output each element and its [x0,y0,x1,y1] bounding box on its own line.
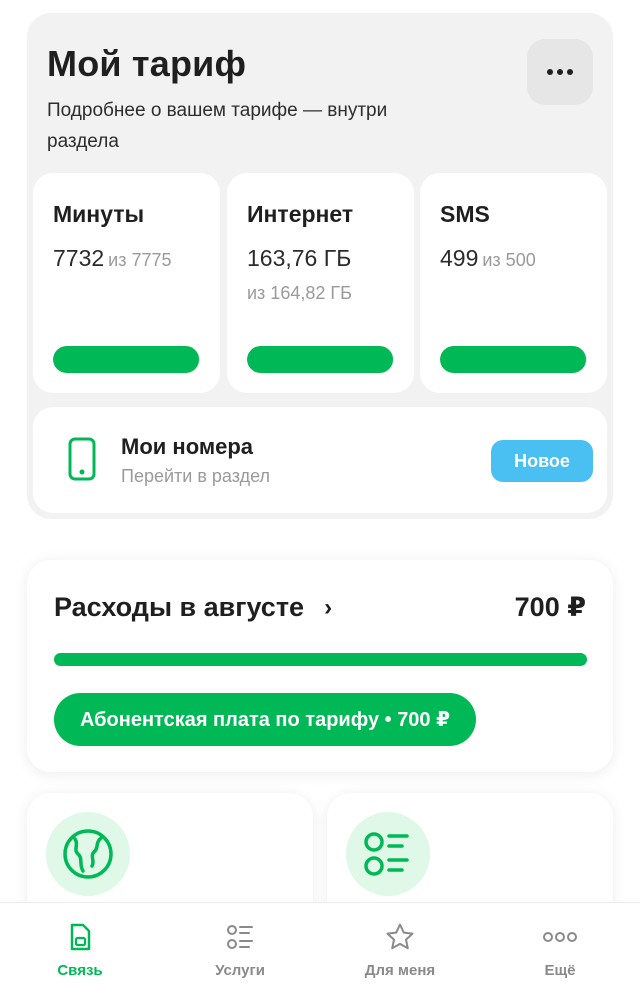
stat-name: Минуты [53,201,145,227]
stat-name: SMS [440,201,490,227]
star-icon [386,923,414,950]
services-list-icon [364,832,409,876]
nav-item-more[interactable]: Ещё [480,903,640,995]
tariff-menu-button[interactable] [527,39,593,105]
stat-value-number: 163,76 ГБ [247,245,352,271]
stat-progress-fill [440,346,586,373]
stat-card-minutes[interactable]: Минуты 7732 из 7775 [33,173,220,393]
stat-value: 7732 из 7775 [53,245,172,272]
my-numbers-title: Мои номера [121,434,254,459]
tariff-title: Мой тариф [47,43,247,84]
my-numbers-card[interactable]: Мои номера Перейти в раздел Новое [33,407,607,513]
globe-icon-badge [46,812,130,896]
expenses-progress-bar [54,653,587,666]
stat-value: 499 из 500 [440,245,536,272]
nav-item-services[interactable]: Услуги [160,903,320,995]
stat-card-sms[interactable]: SMS 499 из 500 [420,173,607,393]
stat-progress-bar [53,346,200,373]
nav-label: Ещё [544,962,576,979]
globe-icon [63,829,113,879]
tariff-card: Мой тариф Подробнее о вашем тарифе — вну… [27,13,613,519]
new-badge: Новое [491,440,593,482]
tariff-subtitle: Подробнее о вашем тарифе — внутри раздел… [47,100,388,152]
expenses-card[interactable]: Расходы в августе › 700 ₽ Абонентская пл… [27,560,613,772]
stat-card-internet[interactable]: Интернет 163,76 ГБ из 164,82 ГБ [227,173,414,393]
stat-progress-fill [247,346,393,373]
services-icon-badge [346,812,430,896]
stat-limit: из 164,82 ГБ [247,283,352,303]
stat-progress-bar [247,346,394,373]
nav-item-connection[interactable]: Связь [0,903,160,995]
more-icon [547,69,573,75]
subscription-fee-pill[interactable]: Абонентская плата по тарифу • 700 ₽ [54,693,477,746]
expenses-title: Расходы в августе › [54,592,332,623]
nav-label: Услуги [215,962,265,979]
sim-card-icon [70,923,91,951]
services-list-icon [227,925,253,949]
nav-item-for-me[interactable]: Для меня [320,903,480,995]
stat-limit: из 500 [482,250,536,270]
my-numbers-subtitle: Перейти в раздел [121,466,270,486]
stat-value-number: 7732 [53,245,105,271]
more-icon [543,932,577,942]
nav-label: Связь [57,962,103,979]
expenses-title-text: Расходы в августе [54,592,305,622]
bottom-nav: Связь Услуги Для меня Ещё [0,902,640,995]
expenses-amount: 700 ₽ [514,592,586,622]
stat-progress-fill [53,346,199,373]
stat-name: Интернет [247,201,354,227]
chevron-right-icon: › [324,593,333,621]
stat-progress-bar [440,346,587,373]
nav-label: Для меня [364,962,436,979]
stat-value-number: 499 [440,245,479,271]
phone-icon [68,437,96,481]
stat-limit: из 7775 [108,250,172,270]
